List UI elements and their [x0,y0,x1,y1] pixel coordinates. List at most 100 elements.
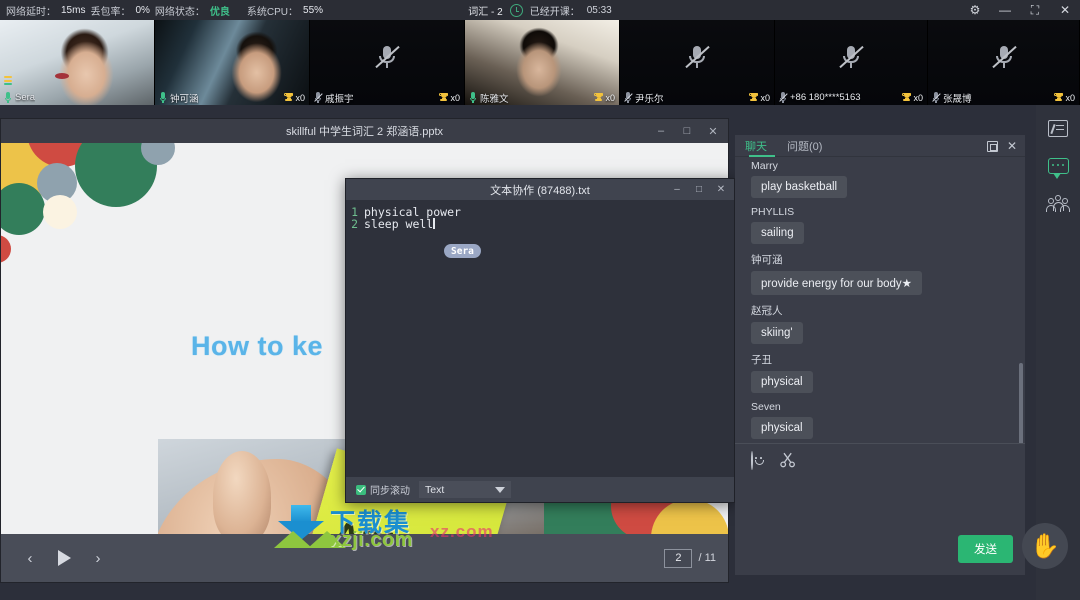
trophy-value: x0 [1065,92,1075,103]
network-status-label: 网络状态： [154,6,205,18]
mic-on-icon [4,91,12,104]
ppt-title-bar: skillful 中学生词汇 2 郑涵语.pptx – □ ✕ [1,119,728,143]
mic-off-icon [624,91,632,104]
participant-name: 尹乐尔 [635,93,664,105]
video-tile-4[interactable]: 尹乐尔 x0 [620,20,775,105]
tab-chat[interactable]: 聊天 [735,135,777,157]
participant-name: 戚振宇 [325,93,354,105]
ppt-maximize-icon[interactable]: □ [674,119,700,143]
video-tile-2[interactable]: 戚振宇 x0 [310,20,465,105]
signal-icon [4,76,12,88]
maximize-icon[interactable]: ⛶ [1020,0,1050,20]
slide-pager: 2 / 11 [664,548,716,568]
course-title: 词汇 - 2 [468,6,503,18]
scissors-icon[interactable] [780,452,797,469]
send-button[interactable]: 发送 [958,535,1013,563]
trophy-icon [594,92,604,103]
chat-message: Marry play basketball [751,160,1013,198]
play-icon [57,550,71,566]
text-caret [433,218,435,229]
sync-scroll-checkbox[interactable]: 同步滚动 [356,482,410,497]
mic-on-icon [159,91,167,104]
cpu-label: 系统CPU： [246,6,299,18]
trophy-value: x0 [760,92,770,103]
trophy-count: x0 [902,92,923,103]
message-bubble: skiing' [751,322,803,344]
class-time-label: 已经开课： [529,6,580,18]
format-select[interactable]: Text [419,481,511,498]
tile-namebar: 陈雅文 x0 [465,90,619,105]
prev-slide-button[interactable]: ‹ [13,544,47,572]
play-slideshow-button[interactable] [47,544,81,572]
chat-message: 赵冠人 skiing' [751,303,1013,344]
video-tile-1[interactable]: 钟可涵 x0 [155,20,310,105]
participant-video-strip: Sera 钟可涵 x0 戚振宇 x0 陈雅文 x0 尹乐尔 x0 +86 180… [0,20,1080,105]
top-status-bar: 网络延时： 15ms 丢包率： 0% 网络状态： 优良 系统CPU： 55% 词… [0,0,1080,20]
chat-icon[interactable] [1043,151,1073,181]
video-tile-3[interactable]: 陈雅文 x0 [465,20,620,105]
sync-scroll-label: 同步滚动 [370,486,410,497]
mic-off-icon [779,91,787,104]
next-slide-button[interactable]: › [81,544,115,572]
close-icon[interactable]: ✕ [1003,137,1021,155]
video-tile-5[interactable]: +86 180****5163 x0 [775,20,928,105]
message-author: Seven [751,401,781,413]
course-info: 词汇 - 2 已经开课： 05:33 [410,3,670,18]
text-minimize-icon[interactable]: – [666,179,688,200]
message-bubble: physical [751,371,813,393]
network-status-value: 优良 [209,6,230,18]
trophy-count: x0 [1054,92,1075,103]
class-time-value: 05:33 [586,4,612,16]
popout-icon[interactable] [983,137,1001,155]
video-tile-0[interactable]: Sera [0,20,155,105]
gear-icon[interactable]: ⚙ [960,0,990,20]
smiley-icon[interactable] [751,451,768,470]
tab-questions[interactable]: 问题(0) [777,135,832,157]
close-icon[interactable]: ✕ [1050,0,1080,20]
video-tile-6[interactable]: 张晟博 x0 [928,20,1080,105]
decor-circle [1,235,11,263]
slide-title: How to ke [191,331,324,361]
classroom-app: 网络延时： 15ms 丢包率： 0% 网络状态： 优良 系统CPU： 55% 词… [0,0,1080,600]
tile-namebar: 钟可涵 x0 [155,90,309,105]
trophy-count: x0 [284,92,305,103]
chat-input[interactable] [735,478,1025,540]
message-author: 赵冠人 [751,305,783,317]
text-window-toolbar: 同步滚动 Text [346,477,734,502]
text-editor-area[interactable]: 1 physical power 2 sleep well Sera [346,200,734,477]
trophy-value: x0 [295,92,305,103]
message-author: Marry [751,160,778,172]
text-window-controls: – □ ✕ [666,179,732,200]
text-maximize-icon[interactable]: □ [688,179,710,200]
message-author: 钟可涵 [751,254,783,266]
send-button-wrap: 发送 [958,535,1013,563]
participant-name: Sera [15,92,36,103]
mic-off-icon [314,91,322,104]
trophy-icon [1054,92,1064,103]
ppt-close-icon[interactable]: ✕ [700,119,726,143]
editor-line: 2 sleep well [346,218,734,230]
raise-hand-button[interactable]: ✋ [1022,523,1068,569]
minimize-icon[interactable]: — [990,0,1020,20]
ppt-title-text: skillful 中学生词汇 2 郑涵语.pptx [285,126,444,138]
trophy-icon [902,92,912,103]
notes-icon[interactable] [1043,113,1073,143]
latency-label: 网络延时： [6,6,56,18]
message-bubble: provide energy for our body★ [751,271,922,295]
chat-message: PHYLLIS sailing [751,206,1013,244]
chat-message: 子丑 physical [751,352,1013,393]
ppt-minimize-icon[interactable]: – [648,119,674,143]
camera-off-icon [684,44,710,70]
trophy-value: x0 [450,92,460,103]
chat-message: Seven physical [751,401,1013,439]
current-page-input[interactable]: 2 [664,548,693,568]
compose-toolbar [735,444,1025,470]
chevron-down-icon [495,487,505,493]
text-close-icon[interactable]: ✕ [710,179,732,200]
mic-off-icon [932,91,940,104]
photo-thumb [213,451,271,534]
people-icon[interactable] [1043,189,1073,219]
participant-name: 钟可涵 [170,93,199,105]
ppt-window-controls: – □ ✕ [648,119,726,143]
trophy-count: x0 [594,92,615,103]
